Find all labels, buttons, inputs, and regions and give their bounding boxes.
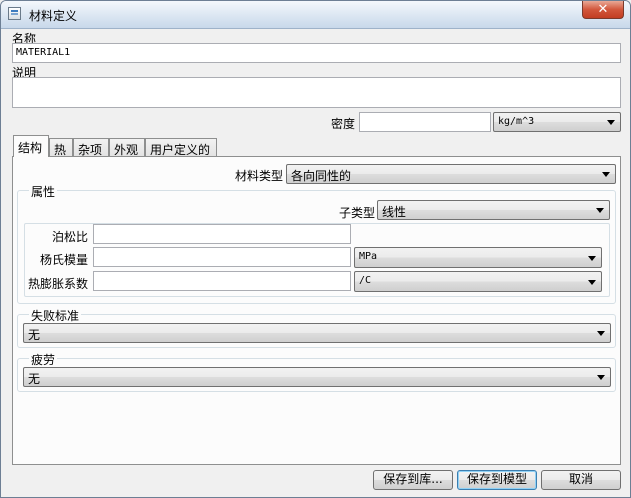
chevron-down-icon — [607, 120, 615, 125]
fatigue-title: 疲劳 — [29, 351, 58, 368]
poisson-ratio-label: 泊松比 — [52, 230, 89, 244]
poisson-ratio-input[interactable] — [93, 224, 351, 244]
density-label: 密度 — [331, 117, 356, 131]
name-input[interactable]: MATERIAL1 — [12, 43, 621, 63]
tab-thermal-label: 热 — [54, 143, 67, 157]
density-input[interactable] — [359, 112, 491, 132]
density-unit-value: kg/m^3 — [498, 116, 535, 127]
chevron-down-icon — [596, 208, 604, 213]
subtype-select[interactable]: 线性 — [377, 200, 610, 220]
close-button[interactable]: ✕ — [582, 1, 624, 19]
tab-structure[interactable]: 结构 — [13, 135, 49, 157]
cancel-button[interactable]: 取消 — [541, 470, 621, 490]
material-type-label: 材料类型 — [235, 169, 284, 183]
thermal-expansion-unit-value: /C — [359, 275, 372, 286]
close-icon: ✕ — [597, 2, 609, 17]
youngs-modulus-unit-value: MPa — [359, 251, 378, 262]
failure-criteria-select[interactable]: 无 — [23, 323, 611, 343]
cancel-label: 取消 — [568, 472, 593, 486]
tab-misc[interactable]: 杂项 — [73, 138, 109, 157]
app-form-icon — [8, 7, 21, 20]
material-type-value: 各向同性的 — [291, 169, 352, 183]
save-to-model-button[interactable]: 保存到模型 — [457, 470, 537, 490]
failure-criteria-title: 失败标准 — [29, 307, 82, 324]
fatigue-value: 无 — [28, 372, 41, 386]
youngs-modulus-input[interactable] — [93, 247, 351, 267]
tab-structure-label: 结构 — [18, 141, 43, 155]
material-definition-dialog: 材料定义 ✕ 名称 MATERIAL1 说明 密度 kg/m^3 结构 热 杂项… — [0, 0, 631, 498]
density-unit-select[interactable]: kg/m^3 — [493, 112, 621, 132]
properties-group-title: 属性 — [29, 183, 58, 200]
tab-thermal[interactable]: 热 — [49, 138, 73, 157]
tab-user-defined-label: 用户定义的 — [150, 143, 211, 157]
description-input[interactable] — [12, 77, 621, 108]
save-to-library-button[interactable]: 保存到库... — [373, 470, 453, 490]
title-bar[interactable]: 材料定义 ✕ — [1, 1, 630, 29]
tab-user-defined[interactable]: 用户定义的 — [145, 138, 217, 157]
chevron-down-icon — [588, 279, 596, 285]
thermal-expansion-input[interactable] — [93, 271, 351, 291]
window-title: 材料定义 — [29, 9, 78, 23]
thermal-expansion-unit-select[interactable]: /C — [354, 271, 602, 292]
subtype-label: 子类型 — [339, 206, 376, 220]
structure-tab-panel: 材料类型 各向同性的 属性 子类型 线性 泊松比 杨氏模量 MPa 热膨胀系数 … — [12, 156, 621, 465]
chevron-down-icon — [597, 331, 605, 336]
youngs-modulus-label: 杨氏模量 — [40, 253, 89, 267]
save-to-library-label: 保存到库... — [383, 472, 443, 486]
failure-criteria-value: 无 — [28, 328, 41, 342]
tab-appearance-label: 外观 — [114, 143, 139, 157]
save-to-model-label: 保存到模型 — [466, 472, 527, 486]
chevron-down-icon — [597, 375, 605, 380]
chevron-down-icon — [588, 255, 596, 261]
subtype-value: 线性 — [382, 205, 407, 219]
chevron-down-icon — [602, 172, 610, 177]
tab-appearance[interactable]: 外观 — [109, 138, 145, 157]
fatigue-select[interactable]: 无 — [23, 367, 611, 387]
youngs-modulus-unit-select[interactable]: MPa — [354, 247, 602, 268]
thermal-expansion-label: 热膨胀系数 — [28, 277, 89, 291]
tab-misc-label: 杂项 — [78, 143, 103, 157]
material-type-select[interactable]: 各向同性的 — [286, 164, 616, 184]
